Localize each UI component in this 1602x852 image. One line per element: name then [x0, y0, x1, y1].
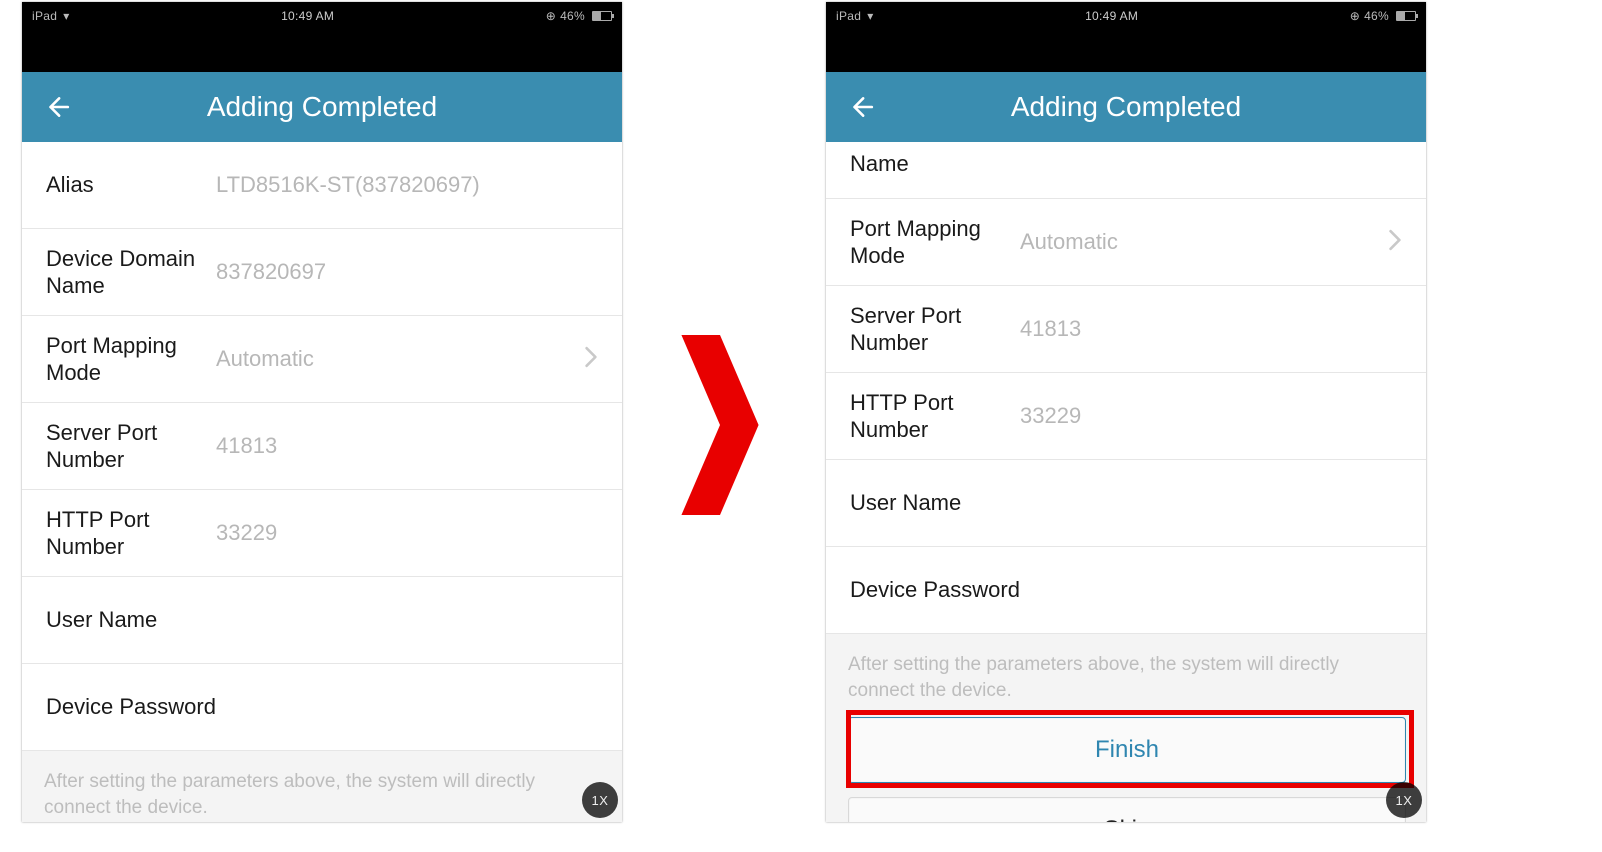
statusbar-battery-text: 46% — [560, 9, 585, 23]
back-button[interactable] — [44, 94, 84, 120]
row-http-port[interactable]: HTTP Port Number 33229 — [22, 490, 622, 577]
finish-button[interactable]: Finish — [848, 717, 1406, 783]
note-text: After setting the parameters above, the … — [848, 652, 1404, 703]
black-strip — [826, 30, 1426, 72]
page-title: Adding Completed — [888, 91, 1364, 123]
value-alias: LTD8516K-ST(837820697) — [216, 172, 598, 198]
status-bar: iPad ▾ 10:49 AM ⊕ 46% — [22, 2, 622, 30]
row-port-mapping[interactable]: Port Mapping Mode Automatic — [22, 316, 622, 403]
label-name: Name — [850, 150, 1020, 178]
value-port-mapping: Automatic — [1020, 229, 1388, 255]
row-name[interactable]: Name — [826, 142, 1426, 199]
app-header: Adding Completed — [826, 72, 1426, 142]
content-area: Name Port Mapping Mode Automatic Server … — [826, 142, 1426, 822]
skip-button[interactable]: Skip — [848, 797, 1406, 822]
row-server-port[interactable]: Server Port Number 41813 — [826, 286, 1426, 373]
note-area: After setting the parameters above, the … — [826, 634, 1426, 822]
value-server-port: 41813 — [216, 433, 598, 459]
label-http-port: HTTP Port Number — [46, 506, 216, 561]
value-device-domain: 837820697 — [216, 259, 598, 285]
row-device-password[interactable]: Device Password — [826, 547, 1426, 634]
row-device-domain[interactable]: Device Domain Name 837820697 — [22, 229, 622, 316]
statusbar-battery-pct: ⊕ — [1350, 9, 1360, 23]
label-device-domain: Device Domain Name — [46, 245, 216, 300]
statusbar-time: 10:49 AM — [70, 9, 546, 23]
transition-arrow-icon — [680, 335, 760, 515]
app-header: Adding Completed — [22, 72, 622, 142]
label-http-port: HTTP Port Number — [850, 389, 1020, 444]
label-user-name: User Name — [850, 489, 1020, 517]
row-alias[interactable]: Alias LTD8516K-ST(837820697) — [22, 142, 622, 229]
tablet-right: iPad ▾ 10:49 AM ⊕ 46% Adding Completed N… — [826, 2, 1426, 822]
statusbar-right: ⊕ 46% — [1350, 9, 1416, 23]
content-area: Alias LTD8516K-ST(837820697) Device Doma… — [22, 142, 622, 822]
label-user-name: User Name — [46, 606, 216, 634]
statusbar-device: iPad — [32, 9, 57, 23]
label-device-password: Device Password — [46, 693, 216, 721]
row-http-port[interactable]: HTTP Port Number 33229 — [826, 373, 1426, 460]
row-user-name[interactable]: User Name — [826, 460, 1426, 547]
arrow-left-icon — [848, 94, 874, 120]
battery-icon — [1396, 11, 1416, 21]
label-port-mapping: Port Mapping Mode — [46, 332, 216, 387]
label-port-mapping: Port Mapping Mode — [850, 215, 1020, 270]
row-server-port[interactable]: Server Port Number 41813 — [22, 403, 622, 490]
value-http-port: 33229 — [1020, 403, 1402, 429]
value-server-port: 41813 — [1020, 316, 1402, 342]
row-device-password[interactable]: Device Password — [22, 664, 622, 751]
page-title: Adding Completed — [84, 91, 560, 123]
statusbar-battery-pct: ⊕ — [546, 9, 556, 23]
value-http-port: 33229 — [216, 520, 598, 546]
statusbar-time: 10:49 AM — [874, 9, 1350, 23]
value-port-mapping: Automatic — [216, 346, 584, 372]
note-text: After setting the parameters above, the … — [44, 769, 600, 820]
arrow-left-icon — [44, 94, 70, 120]
label-server-port: Server Port Number — [46, 419, 216, 474]
chevron-right-icon — [1388, 229, 1402, 256]
tablet-left: iPad ▾ 10:49 AM ⊕ 46% Adding Completed A… — [22, 2, 622, 822]
row-port-mapping[interactable]: Port Mapping Mode Automatic — [826, 199, 1426, 286]
statusbar-device: iPad — [836, 9, 861, 23]
row-user-name[interactable]: User Name — [22, 577, 622, 664]
note-area: After setting the parameters above, the … — [22, 751, 622, 822]
zoom-badge: 1X — [1386, 782, 1422, 818]
label-alias: Alias — [46, 171, 216, 199]
back-button[interactable] — [848, 94, 888, 120]
label-device-password: Device Password — [850, 576, 1020, 604]
label-server-port: Server Port Number — [850, 302, 1020, 357]
statusbar-battery-text: 46% — [1364, 9, 1389, 23]
chevron-right-icon — [584, 346, 598, 373]
status-bar: iPad ▾ 10:49 AM ⊕ 46% — [826, 2, 1426, 30]
statusbar-right: ⊕ 46% — [546, 9, 612, 23]
battery-icon — [592, 11, 612, 21]
black-strip — [22, 30, 622, 72]
zoom-badge: 1X — [582, 782, 618, 818]
